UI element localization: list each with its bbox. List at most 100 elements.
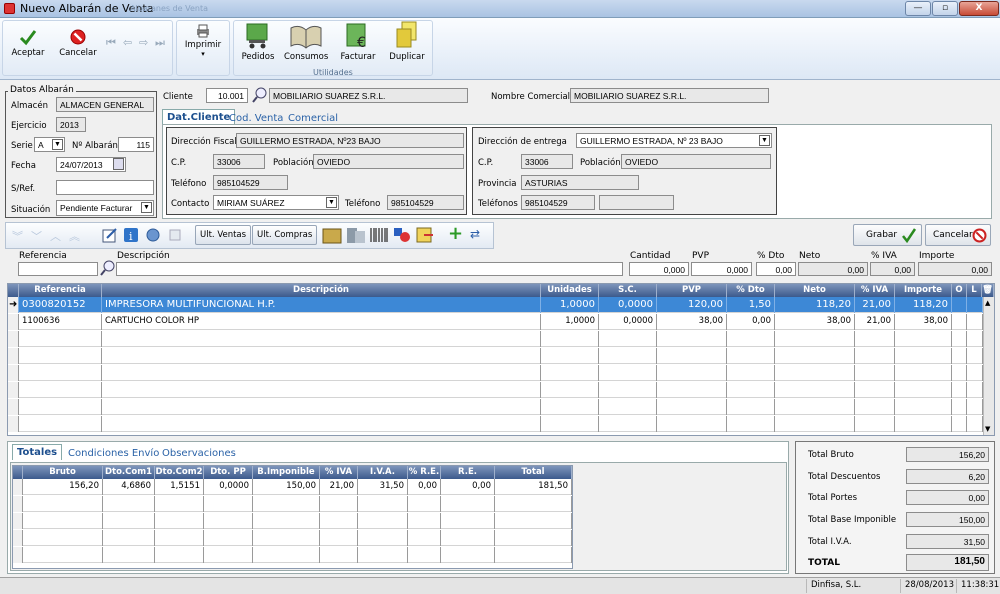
cell-pvp[interactable] bbox=[657, 399, 727, 415]
cell-referencia[interactable] bbox=[19, 416, 102, 432]
search-icon[interactable] bbox=[251, 86, 268, 103]
aceptar-button[interactable]: Aceptar bbox=[6, 28, 50, 58]
cell-neto[interactable] bbox=[775, 382, 855, 398]
cell-unidades[interactable]: 1,0000 bbox=[541, 297, 599, 313]
import-icon[interactable] bbox=[414, 225, 436, 245]
cell-sc[interactable] bbox=[599, 382, 657, 398]
provincia-field[interactable]: ASTURIAS bbox=[521, 175, 639, 190]
col-descripcion[interactable]: Descripción bbox=[102, 284, 541, 297]
cell-descripcion[interactable] bbox=[102, 416, 541, 432]
empty-row[interactable] bbox=[8, 331, 983, 347]
cell-o[interactable] bbox=[952, 416, 967, 432]
trash-icon[interactable]: 🗑 bbox=[982, 284, 994, 297]
cell-referencia[interactable] bbox=[19, 382, 102, 398]
fiscal-cp-field[interactable]: 33006 bbox=[213, 154, 265, 169]
cell-unidades[interactable] bbox=[541, 365, 599, 381]
cell-o[interactable] bbox=[952, 365, 967, 381]
move-up-icon[interactable]: ︽ bbox=[69, 228, 80, 244]
info-icon[interactable]: i bbox=[123, 227, 139, 243]
link-icon[interactable]: ⇄ bbox=[470, 227, 480, 241]
fiscal-poblacion-field[interactable]: OVIEDO bbox=[313, 154, 464, 169]
cell-iva[interactable] bbox=[855, 331, 895, 347]
cell-l[interactable] bbox=[967, 399, 983, 415]
cell-l[interactable] bbox=[967, 297, 983, 313]
calendar-icon[interactable] bbox=[113, 158, 124, 170]
cell-o[interactable] bbox=[952, 297, 967, 313]
ult-compras-button[interactable]: Ult. Compras bbox=[252, 225, 318, 245]
pvp-input[interactable]: 0,000 bbox=[691, 262, 752, 276]
empty-row[interactable] bbox=[8, 348, 983, 364]
cell-referencia[interactable] bbox=[19, 365, 102, 381]
row-selector[interactable] bbox=[8, 399, 19, 415]
cell-descripcion[interactable]: CARTUCHO COLOR HP bbox=[102, 314, 541, 330]
row-selector[interactable] bbox=[8, 314, 19, 330]
cell-importe[interactable] bbox=[895, 382, 952, 398]
cell-l[interactable] bbox=[967, 416, 983, 432]
cell-iva[interactable] bbox=[855, 348, 895, 364]
col-dto[interactable]: % Dto bbox=[727, 284, 775, 297]
col-pvp[interactable]: PVP bbox=[657, 284, 727, 297]
situacion-select[interactable]: Pendiente Facturar ▼ bbox=[56, 200, 154, 216]
cell-pvp[interactable]: 38,00 bbox=[657, 314, 727, 330]
cell-iva[interactable] bbox=[855, 382, 895, 398]
cell-unidades[interactable]: 1,0000 bbox=[541, 314, 599, 330]
cell-neto[interactable] bbox=[775, 331, 855, 347]
descripcion-input[interactable] bbox=[116, 262, 623, 276]
row-pointer-icon[interactable]: ➜ bbox=[8, 297, 19, 313]
row-selector[interactable] bbox=[8, 382, 19, 398]
tab-totales[interactable]: Totales bbox=[12, 444, 63, 460]
cell-sc[interactable] bbox=[599, 348, 657, 364]
cell-sc[interactable] bbox=[599, 399, 657, 415]
table-row[interactable]: ➜ 0300820152 IMPRESORA MULTIFUNCIONAL H.P.… bbox=[8, 297, 983, 313]
scroll-up-icon[interactable]: ▲ bbox=[985, 299, 990, 307]
cell-dto[interactable] bbox=[727, 416, 775, 432]
fiscal-telefono-field[interactable]: 985104529 bbox=[213, 175, 288, 190]
facturar-button[interactable]: € Facturar bbox=[338, 22, 378, 62]
grabar-button[interactable]: Grabar bbox=[853, 224, 922, 246]
cell-unidades[interactable] bbox=[541, 399, 599, 415]
cancelar-button[interactable]: Cancelar bbox=[56, 28, 100, 58]
nav-last-icon[interactable]: ⏭ bbox=[155, 36, 165, 50]
cell-l[interactable] bbox=[967, 348, 983, 364]
cell-sc[interactable] bbox=[599, 331, 657, 347]
cell-unidades[interactable] bbox=[541, 348, 599, 364]
col-l[interactable]: L bbox=[967, 284, 982, 297]
cell-pvp[interactable] bbox=[657, 382, 727, 398]
cell-l[interactable] bbox=[967, 314, 983, 330]
col-referencia[interactable]: Referencia bbox=[19, 284, 102, 297]
add-line-icon[interactable]: + bbox=[448, 223, 463, 244]
imprimir-button[interactable]: Imprimir ▾ bbox=[180, 24, 226, 58]
cell-neto[interactable] bbox=[775, 348, 855, 364]
cell-iva[interactable]: 21,00 bbox=[855, 314, 895, 330]
cell-descripcion[interactable] bbox=[102, 399, 541, 415]
shapes-icon[interactable] bbox=[391, 225, 413, 245]
tab-observaciones[interactable]: Observaciones bbox=[158, 446, 240, 461]
row-selector[interactable] bbox=[8, 348, 19, 364]
fiscal-direccion-field[interactable]: GUILLERMO ESTRADA, Nº23 BAJO bbox=[236, 133, 464, 148]
cell-descripcion[interactable] bbox=[102, 331, 541, 347]
cell-referencia[interactable]: 0300820152 bbox=[19, 297, 102, 313]
pedidos-button[interactable]: Pedidos bbox=[240, 22, 276, 62]
chevron-up-icon[interactable]: ︿ bbox=[50, 228, 61, 244]
cell-unidades[interactable] bbox=[541, 331, 599, 347]
contacto-select[interactable]: MIRIAM SUÁREZ ▼ bbox=[213, 195, 339, 210]
col-sc[interactable]: S.C. bbox=[599, 284, 657, 297]
col-o[interactable]: O bbox=[952, 284, 967, 297]
cell-sc[interactable] bbox=[599, 365, 657, 381]
cell-pvp[interactable] bbox=[657, 348, 727, 364]
cell-neto[interactable]: 38,00 bbox=[775, 314, 855, 330]
cell-l[interactable] bbox=[967, 382, 983, 398]
duplicar-button[interactable]: Duplicar bbox=[387, 20, 427, 62]
cell-iva[interactable] bbox=[855, 416, 895, 432]
stock-icon[interactable] bbox=[345, 225, 367, 245]
maximize-button[interactable]: ▫ bbox=[932, 1, 958, 16]
cantidad-input[interactable]: 0,000 bbox=[629, 262, 689, 276]
attach-icon[interactable] bbox=[167, 227, 183, 243]
cell-descripcion[interactable] bbox=[102, 348, 541, 364]
cell-referencia[interactable] bbox=[19, 331, 102, 347]
refresh-icon[interactable] bbox=[145, 227, 161, 243]
tab-condiciones-envio[interactable]: Condiciones Envío bbox=[64, 446, 163, 461]
consumos-button[interactable]: Consumos bbox=[284, 22, 328, 62]
fiscal-telefono2-field[interactable]: 985104529 bbox=[387, 195, 464, 210]
cell-neto[interactable] bbox=[775, 365, 855, 381]
